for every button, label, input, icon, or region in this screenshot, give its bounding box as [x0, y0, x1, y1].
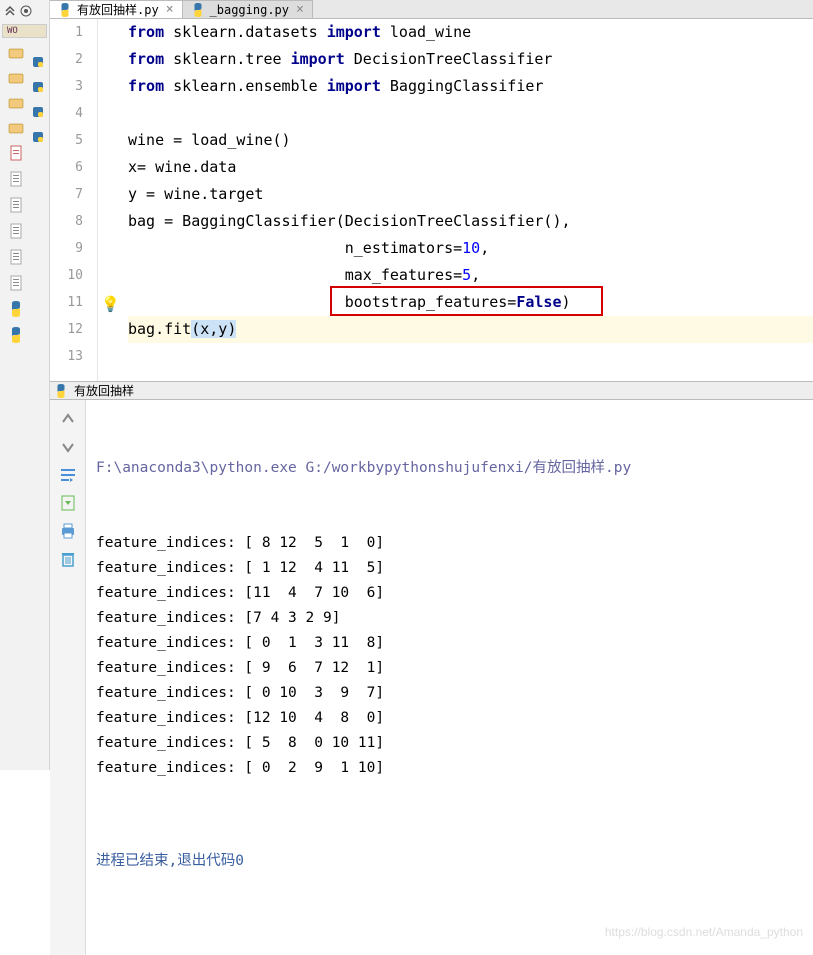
- console-tab-bar: 有放回抽样: [50, 381, 813, 400]
- project-name-tag[interactable]: WO: [2, 24, 47, 38]
- file-item[interactable]: [0, 220, 49, 246]
- file-item[interactable]: [0, 246, 49, 272]
- file-item[interactable]: [0, 168, 49, 194]
- code-editor[interactable]: 12345678910111213 💡 from sklearn.dataset…: [50, 19, 813, 381]
- python-icon: [58, 3, 72, 17]
- console-stdout: feature_indices: [ 8 12 5 1 0]feature_in…: [96, 531, 803, 781]
- soft-wrap-icon[interactable]: [59, 466, 77, 484]
- editor-tab-active[interactable]: 有放回抽样.py ×: [50, 0, 183, 18]
- folder-item[interactable]: [0, 67, 49, 92]
- left-toolbar: WO: [0, 0, 50, 770]
- collapse-icon[interactable]: [3, 4, 17, 18]
- scroll-up-icon[interactable]: [59, 410, 77, 428]
- scroll-to-end-icon[interactable]: [59, 494, 77, 512]
- file-item[interactable]: [0, 272, 49, 298]
- python-file-item[interactable]: [0, 324, 49, 350]
- file-item[interactable]: [0, 142, 49, 168]
- gutter-marks: 💡: [98, 19, 124, 381]
- console-command-line: F:\anaconda3\python.exe G:/workbypythons…: [96, 456, 803, 481]
- editor-tabs: 有放回抽样.py × _bagging.py ×: [50, 0, 813, 19]
- target-icon[interactable]: [19, 4, 33, 18]
- line-number-gutter: 12345678910111213: [50, 19, 98, 381]
- python-icon: [191, 3, 205, 17]
- close-icon[interactable]: ×: [166, 2, 174, 17]
- console-output[interactable]: F:\anaconda3\python.exe G:/workbypythons…: [86, 400, 813, 955]
- print-icon[interactable]: [59, 522, 77, 540]
- tab-label: _bagging.py: [210, 3, 289, 17]
- tab-label: 有放回抽样.py: [77, 1, 159, 18]
- trash-icon[interactable]: [59, 550, 77, 568]
- close-icon[interactable]: ×: [296, 2, 304, 17]
- folder-item[interactable]: [0, 117, 49, 142]
- code-area[interactable]: from sklearn.datasets import load_winefr…: [124, 19, 813, 381]
- python-icon: [54, 384, 68, 398]
- console-panel: F:\anaconda3\python.exe G:/workbypythons…: [50, 400, 813, 955]
- scroll-down-icon[interactable]: [59, 438, 77, 456]
- python-file-item[interactable]: [0, 298, 49, 324]
- console-exit-message: 进程已结束,退出代码0: [96, 849, 803, 874]
- console-toolbar: [50, 400, 86, 955]
- editor-tab[interactable]: _bagging.py ×: [183, 0, 313, 18]
- folder-item[interactable]: [0, 92, 49, 117]
- folder-item[interactable]: [0, 42, 49, 67]
- watermark: https://blog.csdn.net/Amanda_python: [605, 920, 803, 945]
- intention-bulb-icon[interactable]: 💡: [101, 291, 120, 318]
- console-tab-label[interactable]: 有放回抽样: [74, 382, 134, 399]
- file-item[interactable]: [0, 194, 49, 220]
